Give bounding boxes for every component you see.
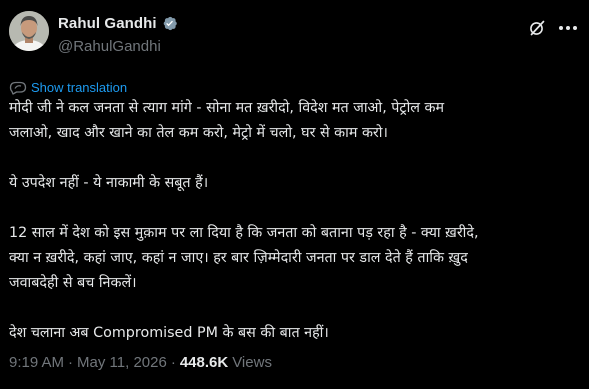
tweet-blank-line [9, 146, 583, 171]
meta-separator: · [170, 354, 176, 371]
author-display-name[interactable]: Rahul Gandhi [58, 15, 157, 32]
grok-icon[interactable] [528, 19, 546, 37]
more-options-icon[interactable] [557, 20, 579, 36]
author-handle[interactable]: @RahulGandhi [58, 38, 161, 55]
tweet-meta: 9:19 AM · May 11, 2026 · 448.6K Views [9, 354, 272, 371]
tweet-line: क्या न ख़रीदे, कहां जाए, कहां न जाए। हर … [9, 250, 468, 266]
tweet-time[interactable]: 9:19 AM [9, 354, 64, 371]
tweet-blank-line [9, 196, 583, 221]
tweet-date[interactable]: May 11, 2026 [77, 354, 167, 371]
avatar[interactable] [9, 11, 49, 51]
views-count[interactable]: 448.6K [180, 354, 228, 371]
verified-badge-icon[interactable] [161, 15, 178, 32]
tweet-line: देश चलाना अब Compromised PM के बस की बात… [9, 325, 329, 341]
translate-icon [9, 79, 27, 95]
tweet-line: मोदी जी ने कल जनता से त्याग मांगे - सोना… [9, 100, 445, 116]
author-name-row: Rahul Gandhi [58, 13, 178, 33]
show-translation-button[interactable]: Show translation [9, 78, 127, 96]
tweet-line: 12 साल में देश को इस मुक़ाम पर ला दिया ह… [9, 225, 479, 241]
tweet-card: Rahul Gandhi @RahulGandhi Show translati… [0, 0, 589, 389]
tweet-line: जवाबदेही से बच निकलें। [9, 275, 137, 291]
tweet-blank-line [9, 296, 583, 321]
tweet-line: जलाओ, खाद और खाने का तेल कम करो, मेट्रो … [9, 125, 388, 141]
views-label: Views [232, 354, 272, 371]
tweet-line: ये उपदेश नहीं - ये नाकामी के सबूत हैं। [9, 175, 209, 191]
meta-separator: · [68, 354, 74, 371]
tweet-text: मोदी जी ने कल जनता से त्याग मांगे - सोना… [9, 96, 583, 346]
show-translation-label: Show translation [31, 79, 128, 95]
